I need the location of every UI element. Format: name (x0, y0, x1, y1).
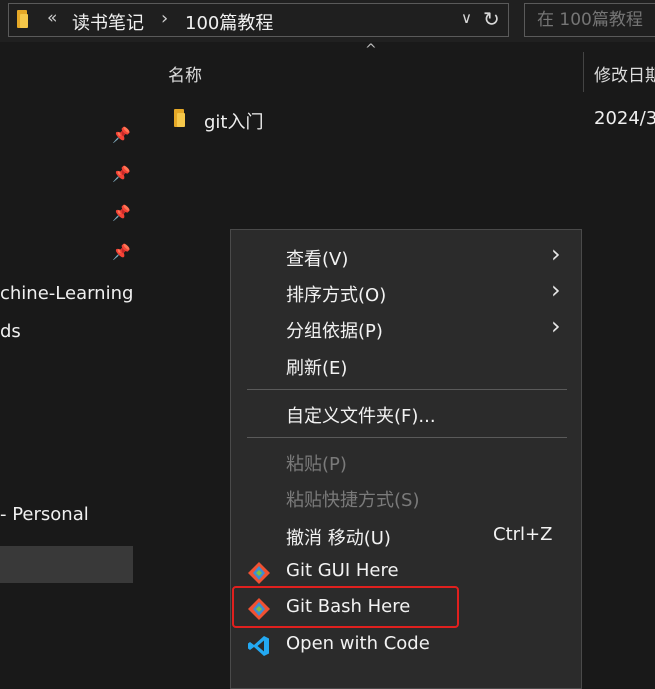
highlight-box (232, 586, 459, 628)
breadcrumb-overflow-button[interactable]: « (47, 8, 57, 28)
refresh-icon[interactable]: ↻ (483, 7, 500, 31)
menu-item-label: 撤消 移动(U) (286, 528, 391, 549)
column-divider[interactable] (583, 52, 584, 92)
context-menu: 查看(V) › 排序方式(O) › 分组依据(P) › 刷新(E) 自定义文件夹… (230, 229, 582, 689)
sort-ascending-icon: ^ (365, 42, 377, 58)
menu-item-undo-move[interactable]: 撤消 移动(U) Ctrl+Z (231, 518, 581, 554)
menu-item-git-gui-here[interactable]: Git GUI Here (231, 554, 581, 590)
menu-item-label: Open with Code (286, 633, 430, 654)
menu-item-sort-by[interactable]: 排序方式(O) › (231, 275, 581, 311)
search-box[interactable] (524, 3, 655, 37)
nav-item[interactable]: - Personal (0, 504, 89, 525)
nav-item[interactable]: ds (0, 321, 21, 342)
menu-separator (247, 389, 567, 390)
chevron-right-icon: › (551, 276, 561, 304)
menu-item-label: 刷新(E) (286, 358, 348, 379)
menu-item-shortcut: Ctrl+Z (493, 524, 553, 545)
menu-item-label: 排序方式(O) (286, 285, 387, 306)
pin-icon: 📌 (112, 165, 131, 183)
menu-item-label: 粘贴(P) (286, 454, 347, 475)
nav-item[interactable]: chine-Learning (0, 283, 133, 304)
menu-item-paste: 粘贴(P) (231, 444, 581, 480)
address-bar-row: « 读书笔记 › 100篇教程 ∨ ↻ (0, 0, 655, 42)
menu-item-open-with-code[interactable]: Open with Code (231, 627, 581, 663)
nav-item-selected[interactable] (0, 546, 133, 583)
file-row[interactable]: git入门 2024/3 (137, 98, 655, 138)
pin-icon: 📌 (112, 204, 131, 222)
column-header-name[interactable]: 名称 (168, 61, 202, 86)
folder-icon (17, 10, 31, 30)
chevron-right-icon: › (551, 240, 561, 268)
breadcrumb-item[interactable]: 读书笔记 (72, 9, 144, 35)
vscode-icon (248, 636, 269, 656)
column-header-modified[interactable]: 修改日期 (594, 61, 655, 86)
navigation-pane: 📌 📌 📌 📌 chine-Learning ds - Personal (0, 42, 137, 672)
file-date: 2024/3 (594, 108, 655, 129)
file-name[interactable]: git入门 (204, 108, 263, 134)
menu-item-label: Git GUI Here (286, 560, 399, 581)
pin-icon: 📌 (112, 126, 131, 144)
chevron-right-icon[interactable]: › (161, 8, 168, 29)
menu-item-label: 查看(V) (286, 249, 349, 270)
search-input[interactable] (525, 4, 655, 36)
menu-item-label: 粘贴快捷方式(S) (286, 490, 420, 511)
menu-item-label: 分组依据(P) (286, 321, 383, 342)
menu-item-refresh[interactable]: 刷新(E) (231, 348, 581, 384)
menu-item-group-by[interactable]: 分组依据(P) › (231, 311, 581, 347)
chevron-down-icon[interactable]: ∨ (461, 9, 472, 27)
menu-separator (247, 437, 567, 438)
menu-item-customize-folder[interactable]: 自定义文件夹(F)... (231, 396, 581, 432)
pin-icon: 📌 (112, 243, 131, 261)
menu-item-view[interactable]: 查看(V) › (231, 239, 581, 275)
menu-item-label: 自定义文件夹(F)... (286, 406, 436, 427)
address-bar[interactable]: « 读书笔记 › 100篇教程 ∨ ↻ (8, 3, 509, 37)
breadcrumb-item-current[interactable]: 100篇教程 (185, 9, 273, 35)
chevron-right-icon: › (551, 312, 561, 340)
git-icon (248, 562, 270, 584)
folder-icon (174, 109, 188, 129)
menu-item-paste-shortcut: 粘贴快捷方式(S) (231, 480, 581, 516)
